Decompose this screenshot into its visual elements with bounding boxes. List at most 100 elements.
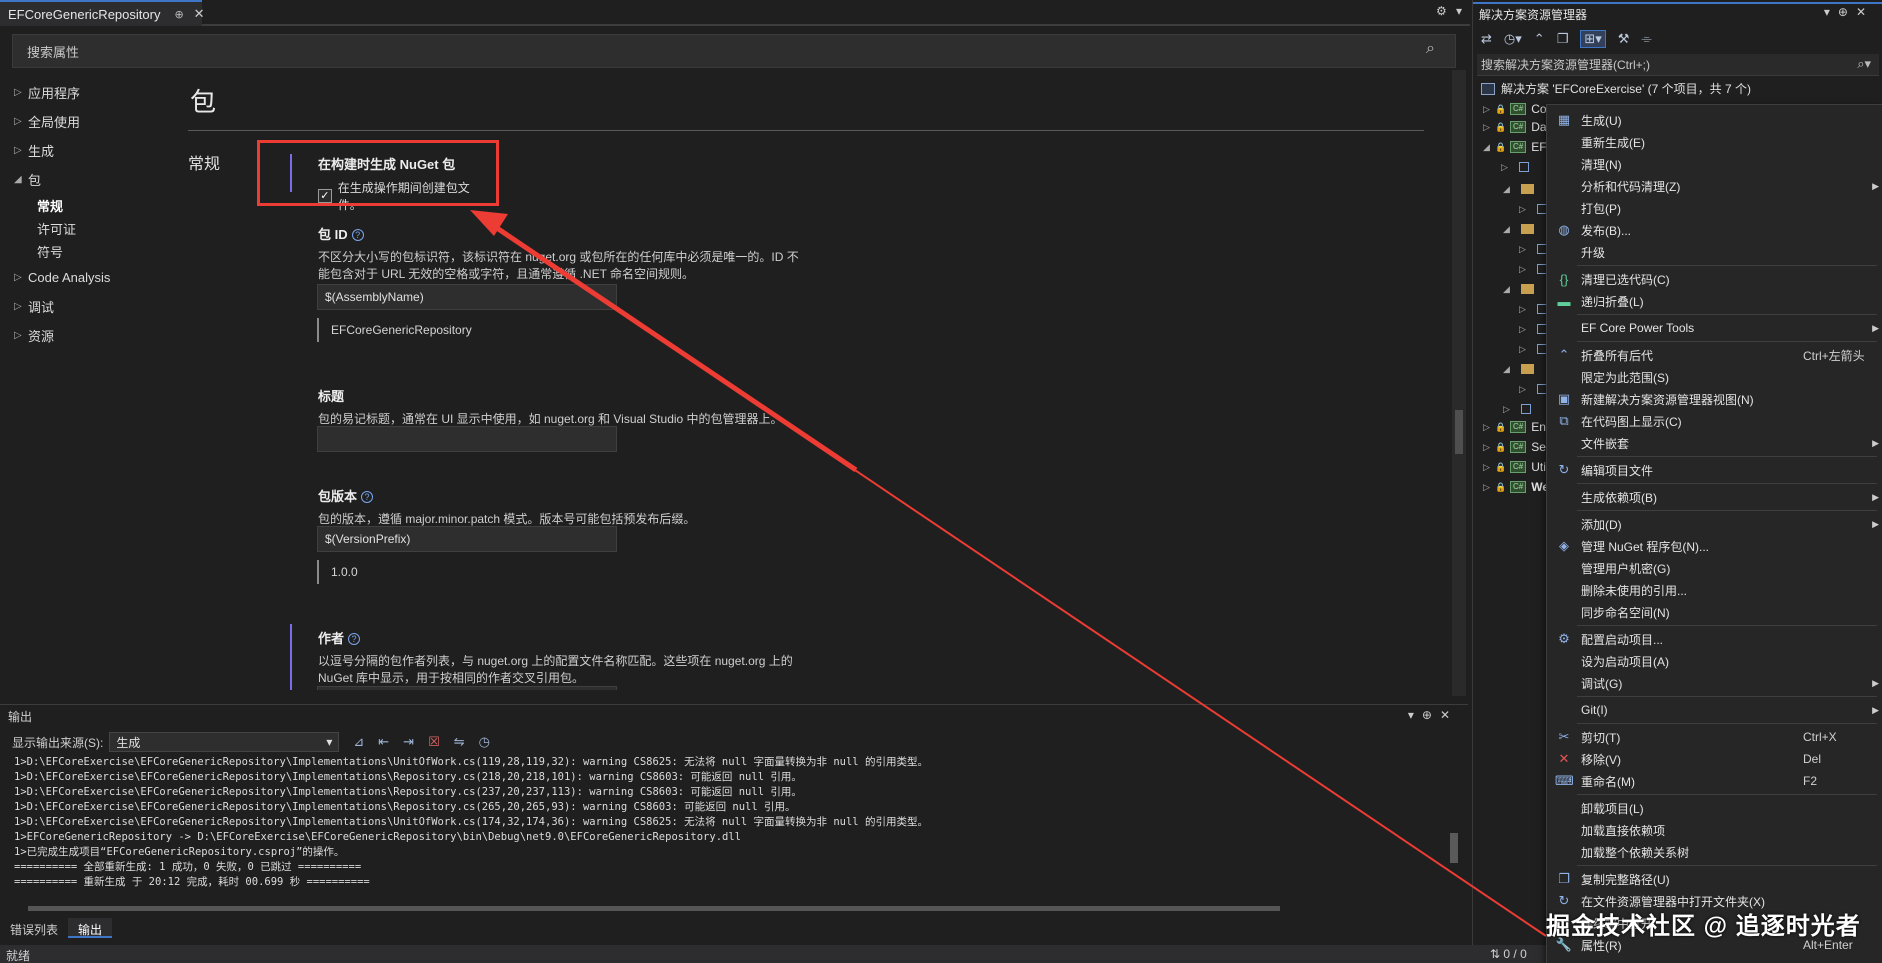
help-icon[interactable]: ? bbox=[361, 491, 374, 503]
clear-all-icon[interactable]: ☒ bbox=[428, 734, 440, 750]
menu-item[interactable]: ▬ 递归折叠(L) bbox=[1547, 290, 1882, 312]
expand-icon[interactable]: ▷ bbox=[1519, 344, 1531, 355]
expand-icon[interactable]: ◢ bbox=[1503, 364, 1515, 375]
output-source-select[interactable]: 生成 ▾ bbox=[109, 732, 340, 752]
close-icon[interactable]: ✕ bbox=[194, 6, 205, 22]
gear-icon[interactable]: ⚙ bbox=[1436, 4, 1447, 18]
expand-icon[interactable]: ◢ bbox=[1503, 284, 1515, 295]
menu-item[interactable]: 同步命名空间(N) bbox=[1547, 601, 1882, 623]
expand-icon[interactable]: ▷ bbox=[1483, 462, 1495, 473]
menu-item[interactable]: ▦ 生成(U) bbox=[1547, 109, 1882, 131]
menu-item[interactable]: ↻ 编辑项目文件 bbox=[1547, 459, 1882, 481]
expand-icon[interactable]: ▷ bbox=[1483, 104, 1495, 115]
menu-item[interactable]: ❐ 复制完整路径(U) bbox=[1547, 868, 1882, 890]
expand-icon[interactable]: ▷ bbox=[1483, 422, 1495, 433]
tree-project[interactable]: ▷ 🔒 C# Ent bbox=[1483, 418, 1549, 436]
output-vscrollbar[interactable] bbox=[1448, 757, 1460, 901]
expand-icon[interactable]: ▷ bbox=[1483, 122, 1495, 133]
bottom-tab[interactable]: 输出 bbox=[68, 918, 113, 938]
menu-item[interactable]: ⧉ 在代码图上显示(C) bbox=[1547, 410, 1882, 432]
menu-item[interactable]: EF Core Power Tools ▶ bbox=[1547, 317, 1882, 339]
nav-sub-item[interactable]: 常规 bbox=[0, 194, 170, 217]
tree-project[interactable]: ▷ 🔒 C# Util bbox=[1483, 458, 1549, 476]
solution-title-icons[interactable]: ▾⊕✕ bbox=[1824, 5, 1874, 19]
expand-icon[interactable]: ▷ bbox=[1519, 304, 1531, 315]
help-icon[interactable]: ? bbox=[348, 633, 361, 645]
nav-item[interactable]: ◢ 包 bbox=[0, 165, 170, 194]
tree-project[interactable]: ▷ 🔒 C# We bbox=[1483, 478, 1549, 496]
clock-icon[interactable]: ◷ bbox=[479, 734, 490, 750]
history-icon[interactable]: ◷▾ bbox=[1504, 31, 1522, 47]
prev-message-icon[interactable]: ⇤ bbox=[378, 734, 389, 750]
scroll-thumb[interactable] bbox=[28, 906, 1280, 911]
menu-item[interactable]: 分析和代码清理(Z) ▶ bbox=[1547, 175, 1882, 197]
package-id-input[interactable]: $(AssemblyName) bbox=[317, 284, 617, 310]
version-input[interactable]: $(VersionPrefix) bbox=[317, 526, 617, 552]
nav-item[interactable]: ▷ 资源 bbox=[0, 321, 170, 350]
expand-icon[interactable]: ◢ bbox=[1483, 142, 1495, 153]
expand-icon[interactable]: ▷ bbox=[1519, 264, 1531, 275]
next-message-icon[interactable]: ⇥ bbox=[403, 734, 414, 750]
find-icon[interactable]: ⊿ bbox=[353, 734, 364, 750]
tree-node[interactable]: ◢ bbox=[1503, 220, 1534, 238]
tree-node[interactable]: ▷ bbox=[1519, 200, 1547, 218]
nav-sub-item[interactable]: 符号 bbox=[0, 240, 170, 263]
document-tab[interactable]: EFCoreGenericRepository ⊕ ✕ bbox=[0, 0, 205, 26]
title-input[interactable] bbox=[317, 426, 617, 452]
expand-icon[interactable]: ▷ bbox=[1483, 442, 1495, 453]
nav-item[interactable]: ▷ Code Analysis bbox=[0, 263, 170, 292]
menu-item[interactable]: ▣ 新建解决方案资源管理器视图(N) bbox=[1547, 388, 1882, 410]
menu-item[interactable]: 调试(G) ▶ bbox=[1547, 672, 1882, 694]
expand-icon[interactable]: ◢ bbox=[1503, 224, 1515, 235]
menu-item[interactable]: 设为启动项目(A) bbox=[1547, 650, 1882, 672]
menu-item[interactable]: ⚙ 配置启动项目... bbox=[1547, 628, 1882, 650]
output-header-icons[interactable]: ▾⊕✕ bbox=[1408, 708, 1458, 722]
tree-project[interactable]: ◢ 🔒 C# EFC bbox=[1483, 138, 1555, 156]
filter-icon[interactable]: ⊞▾ bbox=[1580, 30, 1606, 48]
nav-item[interactable]: ▷ 生成 bbox=[0, 136, 170, 165]
content-scrollbar[interactable] bbox=[1452, 70, 1466, 696]
preview-icon[interactable]: ⌯ bbox=[1641, 31, 1651, 47]
chevron-down-icon[interactable]: ▾ bbox=[1456, 4, 1462, 18]
tree-node[interactable]: ◢ bbox=[1503, 360, 1534, 378]
menu-item[interactable]: 卸载项目(L) bbox=[1547, 797, 1882, 819]
solution-root[interactable]: 解决方案 'EFCoreExercise' (7 个项目，共 7 个) bbox=[1481, 80, 1751, 97]
status-count[interactable]: ⇅ 0 / 0 bbox=[1490, 947, 1527, 961]
expand-icon[interactable]: ▷ bbox=[1483, 482, 1495, 493]
sync-icon[interactable]: ⇄ bbox=[1481, 31, 1492, 47]
property-search-input[interactable]: 搜索属性 bbox=[12, 34, 1456, 68]
nav-sub-item[interactable]: 许可证 bbox=[0, 217, 170, 240]
menu-item[interactable]: 升级 bbox=[1547, 241, 1882, 263]
tree-node[interactable]: ◢ bbox=[1503, 280, 1534, 298]
search-icon[interactable]: ⌕▾ bbox=[1857, 56, 1871, 72]
scroll-thumb[interactable] bbox=[1450, 833, 1458, 863]
menu-item[interactable]: 限定为此范围(S) bbox=[1547, 366, 1882, 388]
menu-item[interactable]: 加载直接依赖项 bbox=[1547, 819, 1882, 841]
menu-item[interactable]: ◍ 发布(B)... bbox=[1547, 219, 1882, 241]
expand-icon[interactable]: ▷ bbox=[1519, 324, 1531, 335]
menu-item[interactable]: ⌨ 重命名(M) F2 bbox=[1547, 770, 1882, 792]
tree-node[interactable]: ▷ bbox=[1519, 260, 1547, 278]
nav-item[interactable]: ▷ 调试 bbox=[0, 292, 170, 321]
scroll-thumb[interactable] bbox=[1455, 410, 1463, 454]
menu-item[interactable]: ✕ 移除(V) Del bbox=[1547, 748, 1882, 770]
tree-node[interactable]: ▷ bbox=[1503, 400, 1531, 418]
pin-icon[interactable]: ⊕ bbox=[174, 8, 183, 21]
menu-item[interactable]: 管理用户机密(G) bbox=[1547, 557, 1882, 579]
solution-search-input[interactable]: 搜索解决方案资源管理器(Ctrl+;) ⌕▾ bbox=[1477, 54, 1879, 76]
tree-node[interactable]: ▷ bbox=[1519, 300, 1547, 318]
output-hscrollbar[interactable] bbox=[14, 903, 1444, 913]
menu-item[interactable]: 生成依赖项(B) ▶ bbox=[1547, 486, 1882, 508]
menu-item[interactable]: 打包(P) bbox=[1547, 197, 1882, 219]
menu-item[interactable]: {} 清理已选代码(C) bbox=[1547, 268, 1882, 290]
tree-node[interactable]: ▷ bbox=[1519, 240, 1547, 258]
expand-icon[interactable]: ▷ bbox=[1501, 162, 1513, 173]
tree-node[interactable]: ▷ bbox=[1519, 380, 1547, 398]
expand-icon[interactable]: ◢ bbox=[1503, 184, 1515, 195]
show-all-files-icon[interactable]: ❐ bbox=[1557, 31, 1569, 47]
nav-item[interactable]: ▷ 应用程序 bbox=[0, 78, 170, 107]
authors-input[interactable] bbox=[317, 686, 617, 690]
menu-item[interactable]: 删除未使用的引用... bbox=[1547, 579, 1882, 601]
tree-node[interactable]: ▷ bbox=[1501, 158, 1529, 176]
bottom-tab[interactable]: 错误列表 bbox=[0, 918, 68, 938]
